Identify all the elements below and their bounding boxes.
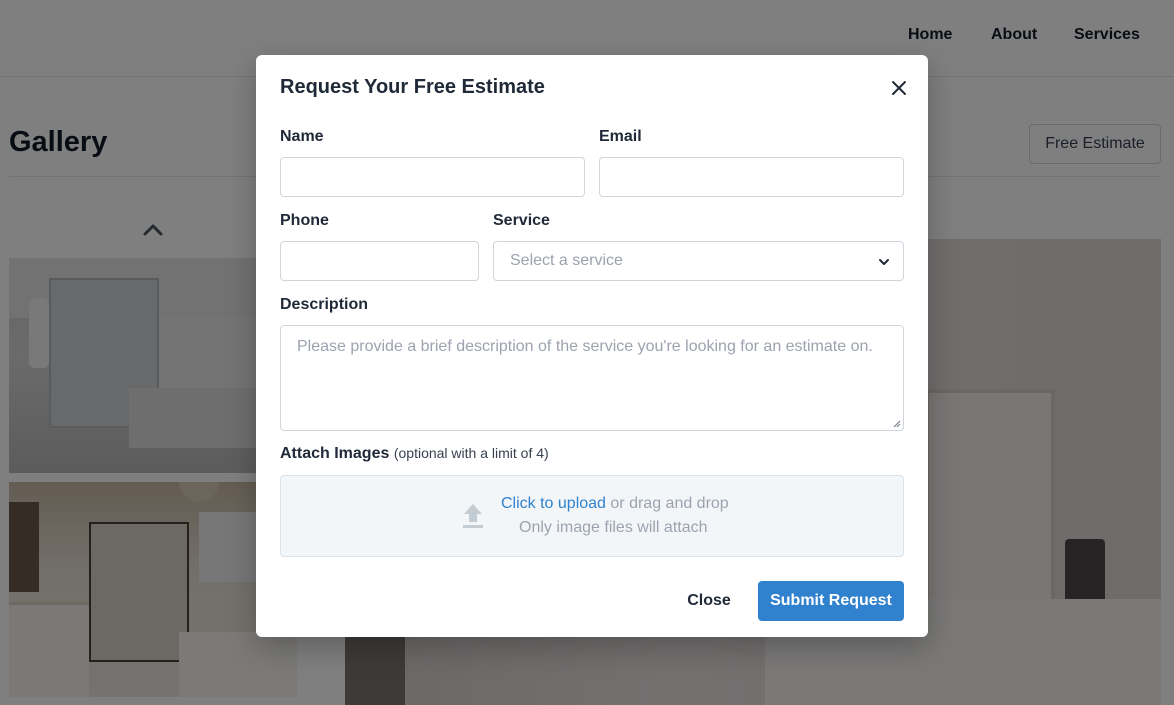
attach-images-note: (optional with a limit of 4) <box>393 445 549 461</box>
close-icon[interactable] <box>888 77 910 99</box>
description-placeholder: Please provide a brief description of th… <box>297 338 873 355</box>
upload-hint: Only image files will attach <box>519 519 708 536</box>
service-select[interactable]: Select a service <box>493 241 904 281</box>
attach-images-title: Attach Images <box>280 445 390 462</box>
upload-icon <box>463 504 483 528</box>
email-input[interactable] <box>599 157 904 197</box>
click-to-upload-link[interactable]: Click to upload <box>501 495 606 512</box>
name-label: Name <box>280 128 324 145</box>
upload-instructions: Click to upload or drag and drop <box>501 495 729 513</box>
drag-drop-text: or drag and drop <box>605 495 729 512</box>
modal-title: Request Your Free Estimate <box>280 76 545 98</box>
estimate-modal: Request Your Free Estimate Name Email Ph… <box>256 55 928 637</box>
resize-handle-icon[interactable] <box>893 420 901 428</box>
close-button[interactable]: Close <box>676 581 742 621</box>
chevron-down-icon <box>879 259 889 265</box>
submit-request-button[interactable]: Submit Request <box>758 581 904 621</box>
service-label: Service <box>493 212 550 229</box>
phone-label: Phone <box>280 212 329 229</box>
service-select-value: Select a service <box>510 252 623 269</box>
attach-images-label: Attach Images (optional with a limit of … <box>280 445 549 463</box>
image-dropzone[interactable]: Click to upload or drag and drop Only im… <box>280 475 904 557</box>
name-input[interactable] <box>280 157 585 197</box>
description-label: Description <box>280 296 369 313</box>
description-textarea[interactable]: Please provide a brief description of th… <box>280 325 904 431</box>
phone-input[interactable] <box>280 241 479 281</box>
email-label: Email <box>599 128 642 145</box>
